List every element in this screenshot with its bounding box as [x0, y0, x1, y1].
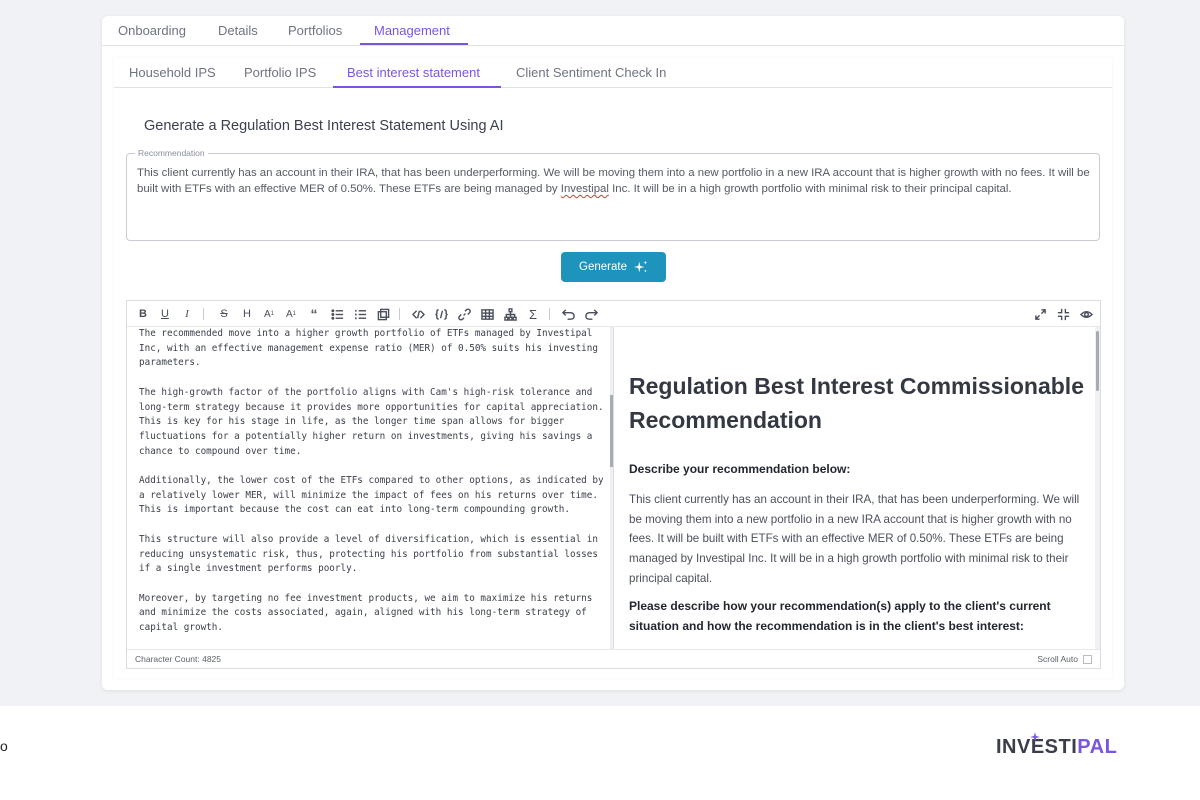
editor-statusbar: Character Count: 4825 Scroll Auto — [127, 649, 1100, 668]
code-icon[interactable] — [410, 306, 426, 322]
tab-onboarding[interactable]: Onboarding — [118, 23, 186, 38]
client-card: Onboarding Details Portfolios Management… — [102, 16, 1124, 690]
logo-spark-icon — [1030, 732, 1040, 742]
main-tabs: Onboarding Details Portfolios Management — [102, 16, 1124, 46]
preview-question: Please describe how your recommendation(… — [629, 599, 1051, 633]
footer-text: o — [0, 738, 8, 754]
checklist-icon[interactable] — [375, 306, 391, 322]
inline-code-icon[interactable] — [433, 306, 449, 322]
font-size-down-icon[interactable]: A1 — [261, 306, 277, 322]
link-icon[interactable] — [456, 306, 472, 322]
tab-management[interactable]: Management — [374, 23, 450, 38]
quote-icon[interactable]: “ — [306, 306, 322, 322]
fullscreen-exit-icon[interactable] — [1055, 306, 1071, 322]
bold-icon[interactable]: B — [135, 306, 151, 322]
recommendation-field[interactable]: Recommendation This client currently has… — [126, 148, 1100, 241]
table-icon[interactable] — [479, 306, 495, 322]
section-title: Generate a Regulation Best Interest Stat… — [144, 118, 504, 134]
tab-details[interactable]: Details — [218, 23, 258, 38]
preview-heading: Regulation Best Interest Commissionable … — [629, 373, 1084, 433]
source-text[interactable]: The recommended move into a higher growt… — [139, 327, 604, 649]
scroll-auto-toggle[interactable]: Scroll Auto — [1037, 654, 1092, 664]
tree-icon[interactable] — [502, 306, 518, 322]
source-paragraph: The high-growth factor of the portfolio … — [139, 386, 604, 457]
source-paragraph: This structure will also provide a level… — [139, 533, 598, 575]
preview-pane: Regulation Best Interest Commissionable … — [614, 327, 1100, 649]
strikethrough-icon[interactable]: S — [216, 306, 232, 322]
recommendation-text[interactable]: This client currently has an account in … — [137, 165, 1093, 197]
ordered-list-icon[interactable] — [352, 306, 368, 322]
undo-icon[interactable] — [560, 306, 576, 322]
character-count: Character Count: 4825 — [135, 654, 221, 664]
sparkle-icon — [633, 260, 648, 273]
spellcheck-flag: Investipal — [560, 183, 609, 196]
generate-button[interactable]: Generate — [561, 252, 666, 282]
source-paragraph: Moreover, by targeting no fee investment… — [139, 592, 593, 633]
toolbar-divider — [399, 308, 400, 320]
preview-paragraph: This client currently has an account in … — [629, 493, 1080, 585]
sum-icon[interactable]: Σ — [525, 306, 541, 322]
management-panel: Household IPS Portfolio IPS Best interes… — [114, 58, 1112, 678]
italic-icon[interactable]: I — [179, 306, 195, 322]
tab-household-ips[interactable]: Household IPS — [129, 65, 216, 80]
heading-icon[interactable]: H — [239, 306, 255, 322]
underline-icon[interactable]: U — [157, 306, 173, 322]
editor-toolbar: B U I S H A1 A1 “ Σ — [127, 301, 1100, 327]
preview-scrollbar[interactable] — [1095, 327, 1100, 649]
preview-subheading: Describe your recommendation below: — [629, 462, 851, 476]
markdown-editor: B U I S H A1 A1 “ Σ The recommended move… — [126, 300, 1101, 669]
scroll-auto-checkbox[interactable] — [1083, 654, 1092, 664]
unordered-list-icon[interactable] — [329, 306, 345, 322]
font-size-up-icon[interactable]: A1 — [283, 306, 299, 322]
source-paragraph: The recommended move into a higher growt… — [139, 328, 598, 369]
fullscreen-icon[interactable] — [1032, 306, 1048, 322]
investipal-logo: INVESTIPAL — [996, 732, 1118, 759]
main-tab-indicator — [360, 43, 468, 45]
recommendation-label: Recommendation — [135, 148, 208, 158]
tab-portfolios[interactable]: Portfolios — [288, 23, 342, 38]
toolbar-divider — [549, 308, 550, 320]
sub-tabs: Household IPS Portfolio IPS Best interes… — [114, 58, 1112, 88]
sub-tab-indicator — [333, 86, 501, 88]
markdown-source-pane[interactable]: The recommended move into a higher growt… — [127, 327, 611, 649]
generate-label: Generate — [579, 261, 627, 273]
preview-scrollbar-thumb[interactable] — [1096, 331, 1099, 391]
scroll-auto-label: Scroll Auto — [1037, 654, 1078, 664]
preview-eye-icon[interactable] — [1078, 306, 1094, 322]
tab-portfolio-ips[interactable]: Portfolio IPS — [244, 65, 316, 80]
tab-best-interest-statement[interactable]: Best interest statement — [347, 65, 480, 80]
tab-client-sentiment[interactable]: Client Sentiment Check In — [516, 65, 666, 80]
redo-icon[interactable] — [583, 306, 599, 322]
source-paragraph: Additionally, the lower cost of the ETFs… — [139, 475, 604, 516]
toolbar-divider — [203, 308, 204, 320]
logo-text-right: PAL — [1077, 736, 1118, 758]
